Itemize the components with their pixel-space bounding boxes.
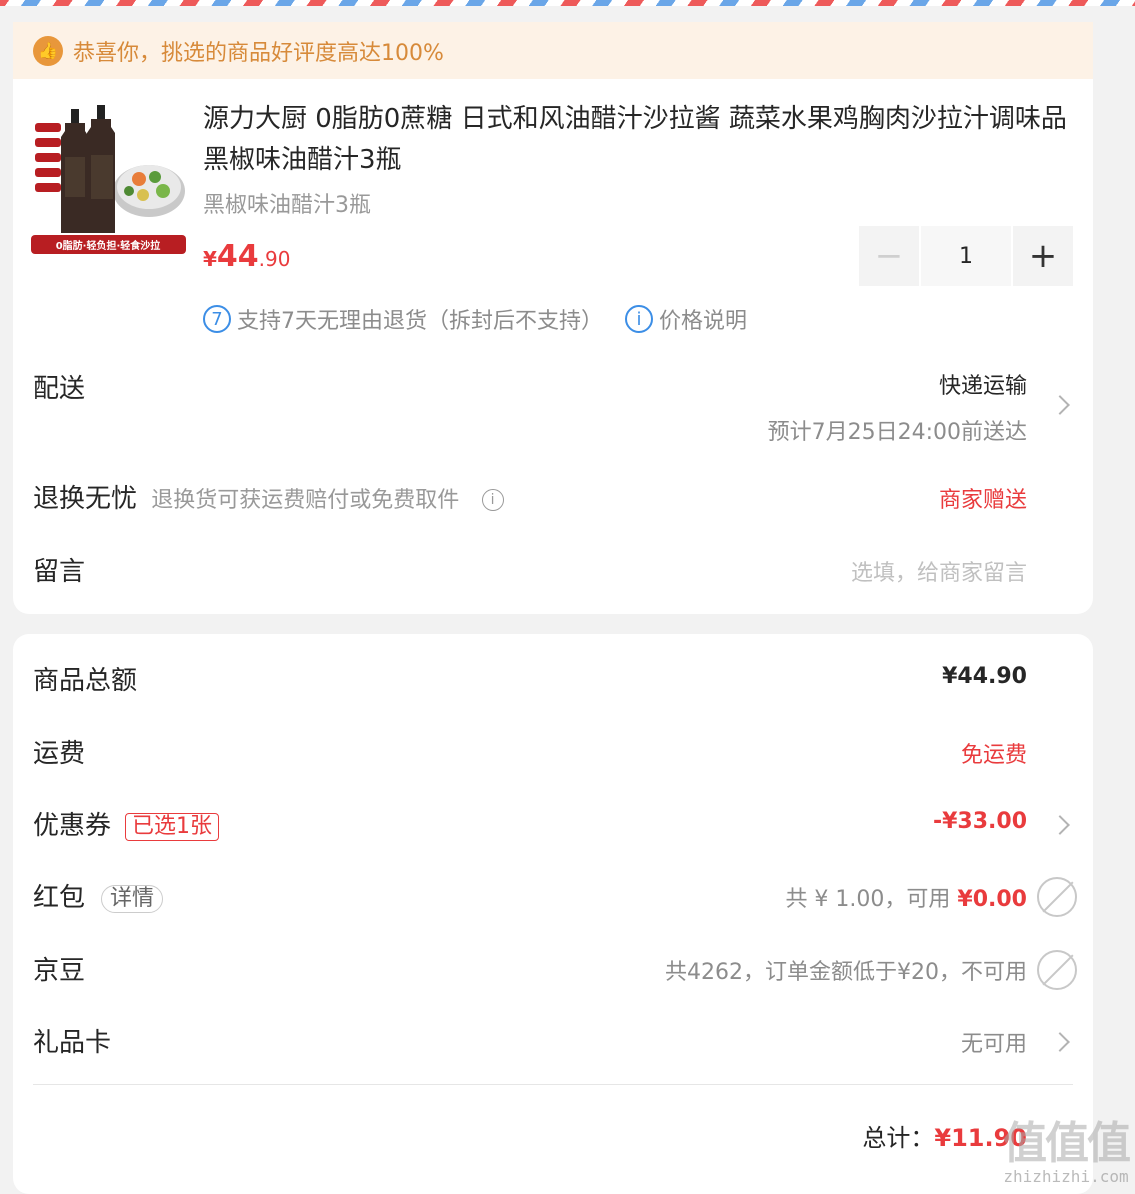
red-packet-row: 红包 详情 共 ¥ 1.00，可用 ¥0.00 [13,877,1093,917]
thumbs-up-icon: 👍 [33,35,63,66]
delivery-label: 配送 [33,374,86,404]
total-label: 总计： [862,1124,935,1152]
congrats-text: 恭喜你，挑选的商品好评度高达100% [73,40,444,66]
watermark-logo: 值 [1003,1118,1047,1169]
chevron-right-icon [1050,815,1070,835]
worry-free-label: 退换无忧 [33,484,138,514]
goods-total-label: 商品总额 [33,666,138,696]
coupon-selected-tag: 已选1张 [125,812,220,841]
jingdou-row: 京豆 共4262，订单金额低于¥20，不可用 [13,950,1093,990]
product-image[interactable]: 0脂肪·轻负担·轻食沙拉 [31,99,186,254]
red-packet-usable: ¥0.00 [957,887,1027,912]
goods-total-row: 商品总额 ¥44.90 [13,660,1093,700]
jingdou-value: 共4262，订单金额低于¥20，不可用 [665,960,1027,985]
chevron-right-icon [1050,1032,1070,1052]
service-info: 7 支持7天无理由退货（拆封后不支持） i 价格说明 [203,303,747,335]
gift-card-value: 无可用 [960,1032,1027,1057]
price-integer: 44 [216,239,259,274]
decrease-quantity-button[interactable]: − [859,226,919,286]
red-packet-details-button[interactable]: 详情 [101,884,164,913]
watermark-url: zhizhizhi.com [1003,1167,1129,1186]
congrats-banner: 👍 恭喜你，挑选的商品好评度高达100% [13,22,1093,79]
info-icon[interactable]: i [481,488,504,511]
gift-card-row[interactable]: 礼品卡 无可用 [13,1022,1093,1062]
message-row: 留言 选填，给商家留言 [13,547,1093,595]
order-card: 👍 恭喜你，挑选的商品好评度高达100% 0脂肪·轻负担·轻食沙拉 源力大厨 0… [13,22,1093,614]
divider [33,1084,1073,1085]
price-summary-card: 商品总额 ¥44.90 运费 免运费 优惠券 已选1张 -¥33.00 红包 详情 … [13,634,1093,1194]
shipping-row: 运费 免运费 [13,733,1093,773]
delivery-row[interactable]: 配送 快递运输 预计7月25日24:00前送达 [13,352,1093,452]
message-label: 留言 [33,557,86,587]
price-currency: ¥ [203,247,217,271]
product-item: 0脂肪·轻负担·轻食沙拉 源力大厨 0脂肪0蔗糖 日式和风油醋汁沙拉酱 蔬菜水果… [13,79,1093,339]
unavailable-icon[interactable] [1037,950,1077,990]
product-image-caption: 0脂肪·轻负担·轻食沙拉 [56,239,161,252]
red-packet-label: 红包 [33,883,86,913]
coupon-row[interactable]: 优惠券 已选1张 -¥33.00 [13,805,1093,845]
unavailable-icon[interactable] [1037,877,1077,917]
chevron-right-icon [1050,395,1070,415]
return-policy-text[interactable]: 支持7天无理由退货（拆封后不支持） [237,303,603,335]
goods-total-value: ¥44.90 [942,664,1027,689]
message-input[interactable]: 选填，给商家留言 [851,555,1027,587]
quantity-value[interactable]: 1 [921,226,1011,286]
seven-day-return-icon: 7 [203,305,231,333]
red-packet-available: 共 ¥ 1.00，可用 [785,887,958,912]
worry-free-desc: 退换货可获运费赔付或免费取件 [151,488,460,513]
worry-free-value: 商家赠送 [938,488,1027,513]
product-spec: 黑椒味油醋汁3瓶 [203,193,371,218]
product-title[interactable]: 源力大厨 0脂肪0蔗糖 日式和风油醋汁沙拉酱 蔬菜水果鸡胸肉沙拉汁调味品 黑椒味… [203,99,1083,181]
watermark: 值值值 zhizhizhi.com [1003,1118,1131,1187]
coupon-label: 优惠券 [33,811,112,841]
delivery-method: 快递运输 [938,374,1027,399]
total-row: 总计：¥11.90 [13,1118,1093,1158]
airmail-border [0,0,1135,24]
product-price: ¥44.90 [203,239,290,274]
worry-free-row: 退换无忧 退换货可获运费赔付或免费取件 i 商家赠送 [13,474,1093,522]
price-decimal: .90 [258,247,291,271]
gift-card-label: 礼品卡 [33,1028,112,1058]
jingdou-label: 京豆 [33,956,86,986]
delivery-eta: 预计7月25日24:00前送达 [767,420,1027,445]
price-note-link[interactable]: 价格说明 [659,303,747,335]
coupon-value: -¥33.00 [932,809,1027,834]
info-icon: i [625,305,653,333]
increase-quantity-button[interactable]: + [1013,226,1073,286]
shipping-value: 免运费 [960,743,1027,768]
quantity-stepper: − 1 + [859,226,1073,286]
shipping-label: 运费 [33,739,86,769]
